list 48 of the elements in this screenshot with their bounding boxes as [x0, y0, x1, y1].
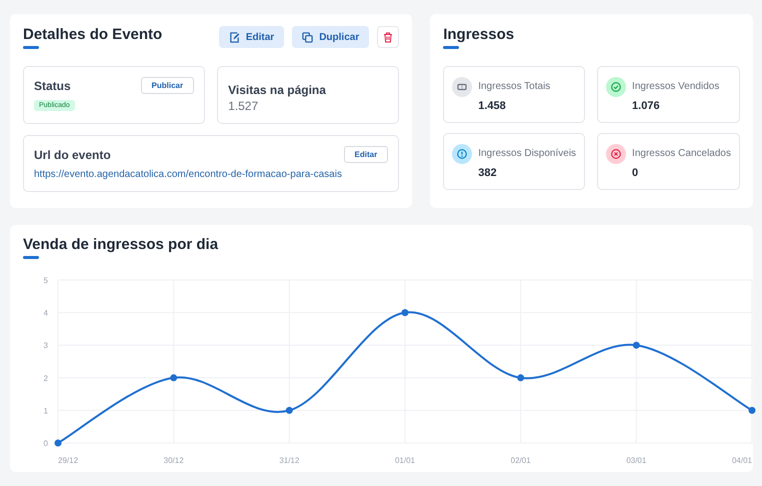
section-title: Venda de ingressos por dia: [23, 236, 740, 265]
edit-button[interactable]: Editar: [218, 26, 284, 48]
y-axis-label: 3: [44, 341, 48, 350]
x-axis-label: 04/01: [732, 456, 752, 465]
event-link[interactable]: https://evento.agendacatolica.com/encontro-de-formacao-para-casais: [34, 169, 388, 180]
y-axis-label: 4: [44, 308, 48, 318]
trash-icon: [383, 32, 394, 42]
ticket-icon: [452, 77, 472, 97]
y-axis-label: 0: [44, 439, 48, 448]
stat-value: 1.458: [478, 100, 507, 112]
stat-label: Ingressos Totais: [478, 80, 550, 94]
stat-value: 0: [632, 167, 640, 179]
section-title: Ingressos: [443, 26, 514, 55]
stat-label: Ingressos Vendidos: [632, 80, 720, 94]
info-icon: [452, 144, 472, 164]
x-axis-label: 01/01: [394, 456, 416, 465]
stat-label: Ingressos Disponíveis: [478, 147, 576, 161]
url-label: Url do evento: [34, 148, 111, 162]
check-circle-icon: [606, 77, 626, 97]
data-point: [748, 406, 756, 414]
section-title: Detalhes do Evento: [23, 26, 162, 55]
y-axis-label: 2: [44, 374, 48, 383]
copy-icon: [302, 32, 314, 42]
x-axis-label: 02/01: [510, 456, 531, 465]
publish-button[interactable]: Publicar: [140, 77, 194, 94]
data-point: [517, 374, 524, 382]
x-circle-icon: [606, 144, 626, 164]
y-axis-label: 5: [44, 276, 48, 285]
x-axis-label: 31/12: [279, 456, 300, 465]
visits-value: 1.527: [228, 99, 260, 113]
duplicate-button[interactable]: Duplicar: [292, 26, 370, 48]
data-point: [402, 309, 408, 316]
y-axis-label: 1: [44, 406, 48, 416]
delete-button[interactable]: [377, 26, 400, 48]
data-point: [170, 374, 178, 382]
data-point: [286, 406, 293, 414]
data-point: [54, 440, 62, 446]
edit-icon: [228, 32, 240, 42]
edit-url-button[interactable]: Editar: [344, 146, 388, 163]
status-label: Status: [34, 78, 71, 92]
visits-label: Visitas na página: [228, 83, 327, 97]
x-axis-label: 03/01: [626, 456, 646, 465]
stat-value: 1.076: [632, 100, 661, 112]
stat-label: Ingressos Cancelados: [632, 147, 731, 161]
stat-value: 382: [478, 167, 498, 179]
x-axis-label: 29/12: [58, 456, 78, 465]
x-axis-label: 30/12: [164, 456, 184, 465]
data-point: [632, 342, 640, 349]
